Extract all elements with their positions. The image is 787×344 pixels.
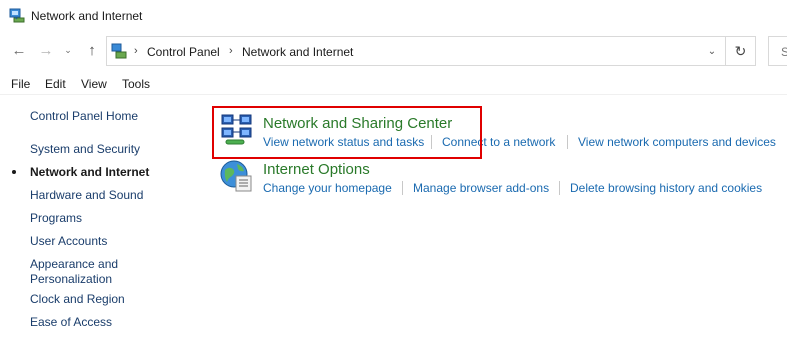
menu-tools[interactable]: Tools: [122, 77, 150, 91]
task-link-view-network-computers[interactable]: View network computers and devices: [578, 135, 776, 149]
recent-locations-chevron-icon[interactable]: ⌄: [61, 39, 75, 61]
breadcrumb-chevron-icon[interactable]: ›: [134, 45, 138, 57]
search-input[interactable]: S: [768, 36, 787, 66]
highlight-annotation-box: [212, 106, 482, 159]
chevron-down-icon[interactable]: ⌄: [705, 43, 719, 59]
title-bar: Network and Internet: [0, 0, 787, 32]
sidebar: Control Panel Home System and Security N…: [0, 96, 200, 344]
menu-edit[interactable]: Edit: [45, 77, 66, 91]
control-panel-icon: [111, 43, 127, 59]
sidebar-item-ease-of-access[interactable]: Ease of Access: [30, 315, 112, 330]
task-separator: [567, 135, 568, 149]
sidebar-item-clock-and-region[interactable]: Clock and Region: [30, 292, 125, 307]
sidebar-item-hardware-and-sound[interactable]: Hardware and Sound: [30, 188, 143, 203]
task-link-delete-history[interactable]: Delete browsing history and cookies: [570, 181, 762, 195]
sidebar-item-user-accounts[interactable]: User Accounts: [30, 234, 107, 249]
search-placeholder: S: [781, 45, 787, 59]
back-arrow-icon[interactable]: ←: [9, 39, 29, 61]
active-bullet-icon: [12, 170, 16, 174]
breadcrumb-chevron-icon[interactable]: ›: [229, 45, 233, 57]
internet-options-icon[interactable]: [219, 158, 255, 194]
task-link-manage-addons[interactable]: Manage browser add-ons: [413, 181, 549, 195]
sidebar-item-system-and-security[interactable]: System and Security: [30, 142, 140, 157]
sidebar-control-panel-home[interactable]: Control Panel Home: [30, 109, 138, 124]
sidebar-item-programs[interactable]: Programs: [30, 211, 82, 226]
breadcrumb-control-panel[interactable]: Control Panel: [147, 45, 220, 59]
window-title: Network and Internet: [31, 9, 143, 23]
address-bar[interactable]: › Control Panel › Network and Internet ⌄: [106, 36, 726, 66]
sidebar-item-appearance-and-personalization[interactable]: Appearance and Personalization: [30, 257, 140, 287]
network-and-internet-icon: [9, 8, 25, 23]
menu-file[interactable]: File: [11, 77, 30, 91]
task-link-change-homepage[interactable]: Change your homepage: [263, 181, 392, 195]
breadcrumb-network-and-internet[interactable]: Network and Internet: [242, 45, 353, 59]
forward-arrow-icon[interactable]: →: [36, 39, 56, 61]
menu-bar: File Edit View Tools: [0, 73, 787, 95]
sidebar-item-network-and-internet[interactable]: Network and Internet: [30, 165, 149, 180]
refresh-icon[interactable]: ↻: [726, 36, 756, 66]
task-separator: [402, 181, 403, 195]
task-separator: [559, 181, 560, 195]
navigation-row: ← → ⌄ ↑ › Control Panel › Network and In…: [0, 33, 787, 69]
up-arrow-icon[interactable]: ↑: [82, 39, 102, 61]
category-title[interactable]: Internet Options: [263, 161, 370, 178]
menu-view[interactable]: View: [81, 77, 107, 91]
